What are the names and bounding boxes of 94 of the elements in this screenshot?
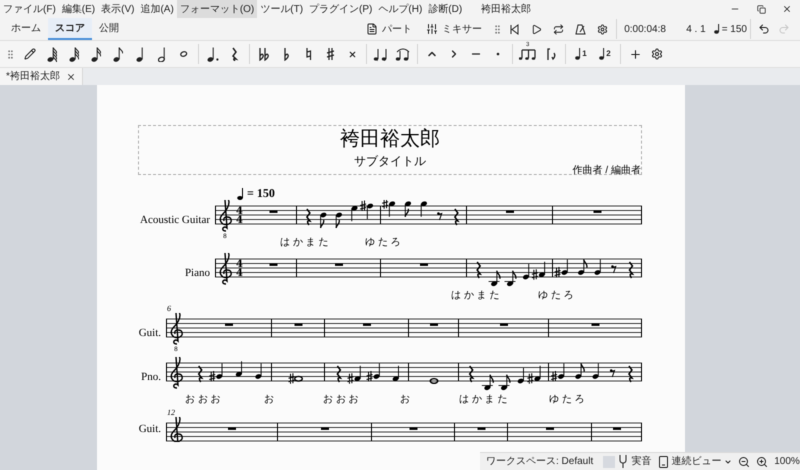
- menu-item[interactable]: ツール(T): [257, 0, 306, 18]
- tuning-fork-icon: [619, 455, 628, 468]
- sliders-icon: [426, 23, 438, 35]
- lyric-text: お お お: [185, 394, 221, 406]
- zoom-in-button[interactable]: [756, 456, 768, 468]
- lyric-text: ゆ た ろ: [549, 394, 585, 406]
- play-icon: [530, 24, 542, 34]
- step-back-icon: [508, 24, 520, 34]
- measure-number: 6: [167, 304, 171, 313]
- restore-icon: [756, 4, 766, 14]
- plus-icon: [628, 48, 642, 60]
- document-tab[interactable]: *袴田裕太郎: [0, 68, 83, 85]
- quarter-note-icon: [237, 188, 244, 200]
- voice-button[interactable]: 1: [569, 43, 593, 65]
- sharp-icon: [326, 47, 334, 61]
- instrument-name: Acoustic Guitar: [140, 212, 210, 228]
- metronome-icon: [574, 24, 586, 34]
- rest-icon: [231, 47, 239, 61]
- lyric-text: お お お: [323, 394, 359, 406]
- menu-item[interactable]: 診断(D): [425, 0, 466, 18]
- page-icon: [659, 456, 668, 468]
- settings-icon: [596, 24, 608, 34]
- thirty-second-note-icon: [68, 46, 80, 62]
- note-icon: [575, 48, 582, 60]
- measure-number: 12: [167, 408, 175, 417]
- workspace-tab[interactable]: スコア: [48, 18, 92, 40]
- note-icon: [599, 48, 606, 60]
- tie-icon: [373, 47, 389, 61]
- half-note-icon: [158, 46, 166, 62]
- lyric-text: は か ま た: [280, 237, 328, 249]
- loop-icon: [552, 24, 564, 34]
- flip-direction-icon: [545, 47, 557, 61]
- redo-icon: [778, 23, 790, 35]
- sixty-fourth-note-icon: [46, 46, 58, 62]
- menu-item[interactable]: 追加(A): [137, 0, 177, 18]
- composer-text: 作曲者 / 編曲者: [572, 165, 641, 176]
- checkbox-icon: [603, 456, 616, 468]
- undo-icon: [758, 23, 770, 35]
- document-tab-label: *袴田裕太郎: [6, 70, 60, 84]
- settings-icon: [651, 48, 663, 60]
- panel-toggle[interactable]: ミキサー: [426, 22, 482, 36]
- score-subtitle: サブタイトル: [354, 154, 426, 169]
- whole-note-icon: [180, 51, 188, 57]
- view-mode-dropdown[interactable]: 連続ビュー: [659, 454, 732, 469]
- double-flat-icon: [258, 47, 270, 61]
- pencil-icon: [24, 48, 36, 60]
- playback-time: 0:00:04:8: [624, 22, 667, 36]
- quarter-note-icon: [136, 46, 144, 62]
- playback-position: 4 . 1: [686, 22, 706, 36]
- menu-item[interactable]: 編集(E): [58, 0, 98, 18]
- menu-item[interactable]: ヘルプ(H): [375, 0, 426, 18]
- workspace-label: ワークスペース: Default: [486, 455, 594, 469]
- slur-icon: [395, 47, 411, 61]
- grip-icon: [5, 48, 16, 60]
- eighth-note-icon: [112, 46, 124, 62]
- flat-icon: [282, 47, 290, 61]
- lyric-text: お: [400, 394, 410, 406]
- natural-icon: [304, 47, 312, 61]
- lyric-text: は か ま た: [451, 290, 500, 302]
- zoom-dropdown[interactable]: 100%: [774, 454, 800, 469]
- beamed-notes-icon: [519, 48, 537, 60]
- sixteenth-note-icon: [90, 46, 102, 62]
- dotted-note-icon: [207, 46, 219, 62]
- lyric-text: は か ま た: [459, 394, 508, 406]
- caret-icon: [724, 458, 732, 466]
- lyric-text: お: [264, 394, 274, 406]
- panel-toggle[interactable]: パート: [366, 22, 412, 36]
- quarter-note-icon: [714, 24, 720, 34]
- lyric-text: ゆ た ろ: [365, 237, 401, 249]
- menu-item[interactable]: ファイル(F): [0, 0, 59, 18]
- staccato-icon: [496, 52, 500, 56]
- zoom-out-button[interactable]: [738, 456, 750, 468]
- instrument-name: Pno.: [141, 370, 161, 385]
- zoom-in-icon: [756, 456, 768, 468]
- window-title: 袴田裕太郎: [481, 2, 532, 16]
- voice-button[interactable]: 2: [593, 43, 617, 65]
- menu-item[interactable]: フォーマット(O): [176, 0, 258, 18]
- close-icon: [782, 4, 792, 14]
- menu-item[interactable]: 表示(V): [98, 0, 138, 18]
- close-icon[interactable]: [66, 72, 76, 82]
- workspace-tab[interactable]: 公開: [92, 18, 126, 40]
- menu-item[interactable]: プラグイン(P): [306, 0, 376, 18]
- tempo-marking: = 150: [247, 187, 275, 200]
- score-title: 袴田裕太郎: [340, 127, 440, 151]
- workspace-tab[interactable]: ホーム: [4, 18, 48, 40]
- double-sharp-icon: [348, 50, 356, 58]
- document-icon: [366, 23, 378, 35]
- instrument-name: Guit.: [138, 422, 161, 438]
- instrument-name: Piano: [184, 266, 210, 281]
- lyric-text: ゆ た ろ: [538, 290, 574, 302]
- instrument-name: Guit.: [138, 326, 161, 341]
- playback-tempo: = 150: [722, 22, 747, 36]
- concert-pitch-toggle[interactable]: 実音: [603, 454, 652, 469]
- zoom-out-icon: [738, 456, 750, 468]
